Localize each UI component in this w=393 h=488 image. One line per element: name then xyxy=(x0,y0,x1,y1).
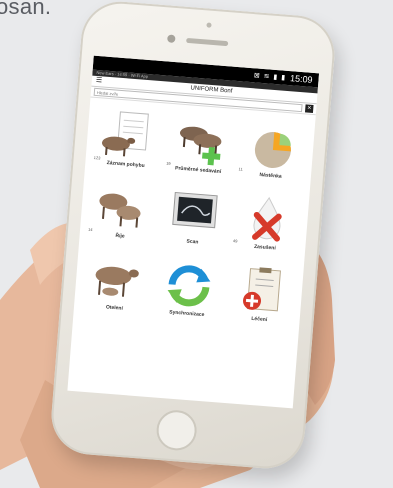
tile-zasuseni[interactable]: 49 Zasušení xyxy=(230,191,304,262)
tile-count: 11 xyxy=(238,166,243,172)
proximity-sensor xyxy=(206,22,212,28)
earpiece-speaker xyxy=(186,37,229,47)
phone-screen: ⊠ ≋ ▮ ▮ 15:09 New Ears · 14:59 · Wi-Fi A… xyxy=(67,55,320,409)
hamburger-icon[interactable]: ☰ xyxy=(96,77,104,85)
home-button[interactable] xyxy=(155,408,199,452)
tile-count: 19 xyxy=(166,160,171,167)
pie-chart-icon xyxy=(254,131,291,168)
ultrasound-scan-icon xyxy=(172,191,218,229)
tile-rije[interactable]: 14 Říje xyxy=(85,180,159,251)
cow-calf-icon xyxy=(95,266,140,297)
tile-count: 14 xyxy=(87,226,93,233)
herd-plus-icon xyxy=(179,126,222,166)
cows-icon xyxy=(99,193,141,228)
notes-cow-icon xyxy=(102,111,150,157)
tile-scan[interactable]: Scan xyxy=(157,185,231,256)
tile-leceni[interactable]: Léčení xyxy=(224,263,298,334)
medical-clipboard-icon xyxy=(242,267,281,312)
status-time: 15:09 xyxy=(289,73,313,85)
status-icons: ⊠ ≋ ▮ ▮ xyxy=(253,72,287,82)
tile-oteleni[interactable]: Otelení xyxy=(79,252,153,323)
tile-prumerne-sedavani[interactable]: 19 Průměrné sedavání xyxy=(163,114,237,185)
tile-count: 123 xyxy=(93,154,101,161)
tile-count: 49 xyxy=(232,238,238,244)
front-camera xyxy=(167,34,176,43)
phone-device: ⊠ ≋ ▮ ▮ 15:09 New Ears · 14:59 · Wi-Fi A… xyxy=(48,0,338,472)
tile-zaznam-pohybu[interactable]: 123 Záznam pohybu xyxy=(90,108,164,179)
tile-grid: 123 Záznam pohybu 19 Průměrné sedavání 1… xyxy=(73,98,316,335)
drop-cross-icon xyxy=(251,196,282,242)
tile-synchronizace[interactable]: Synchronizace xyxy=(152,257,226,328)
sync-icon xyxy=(167,265,211,307)
tile-nastenka[interactable]: 11 Nástěnka xyxy=(235,119,309,190)
close-icon[interactable]: × xyxy=(304,104,314,114)
